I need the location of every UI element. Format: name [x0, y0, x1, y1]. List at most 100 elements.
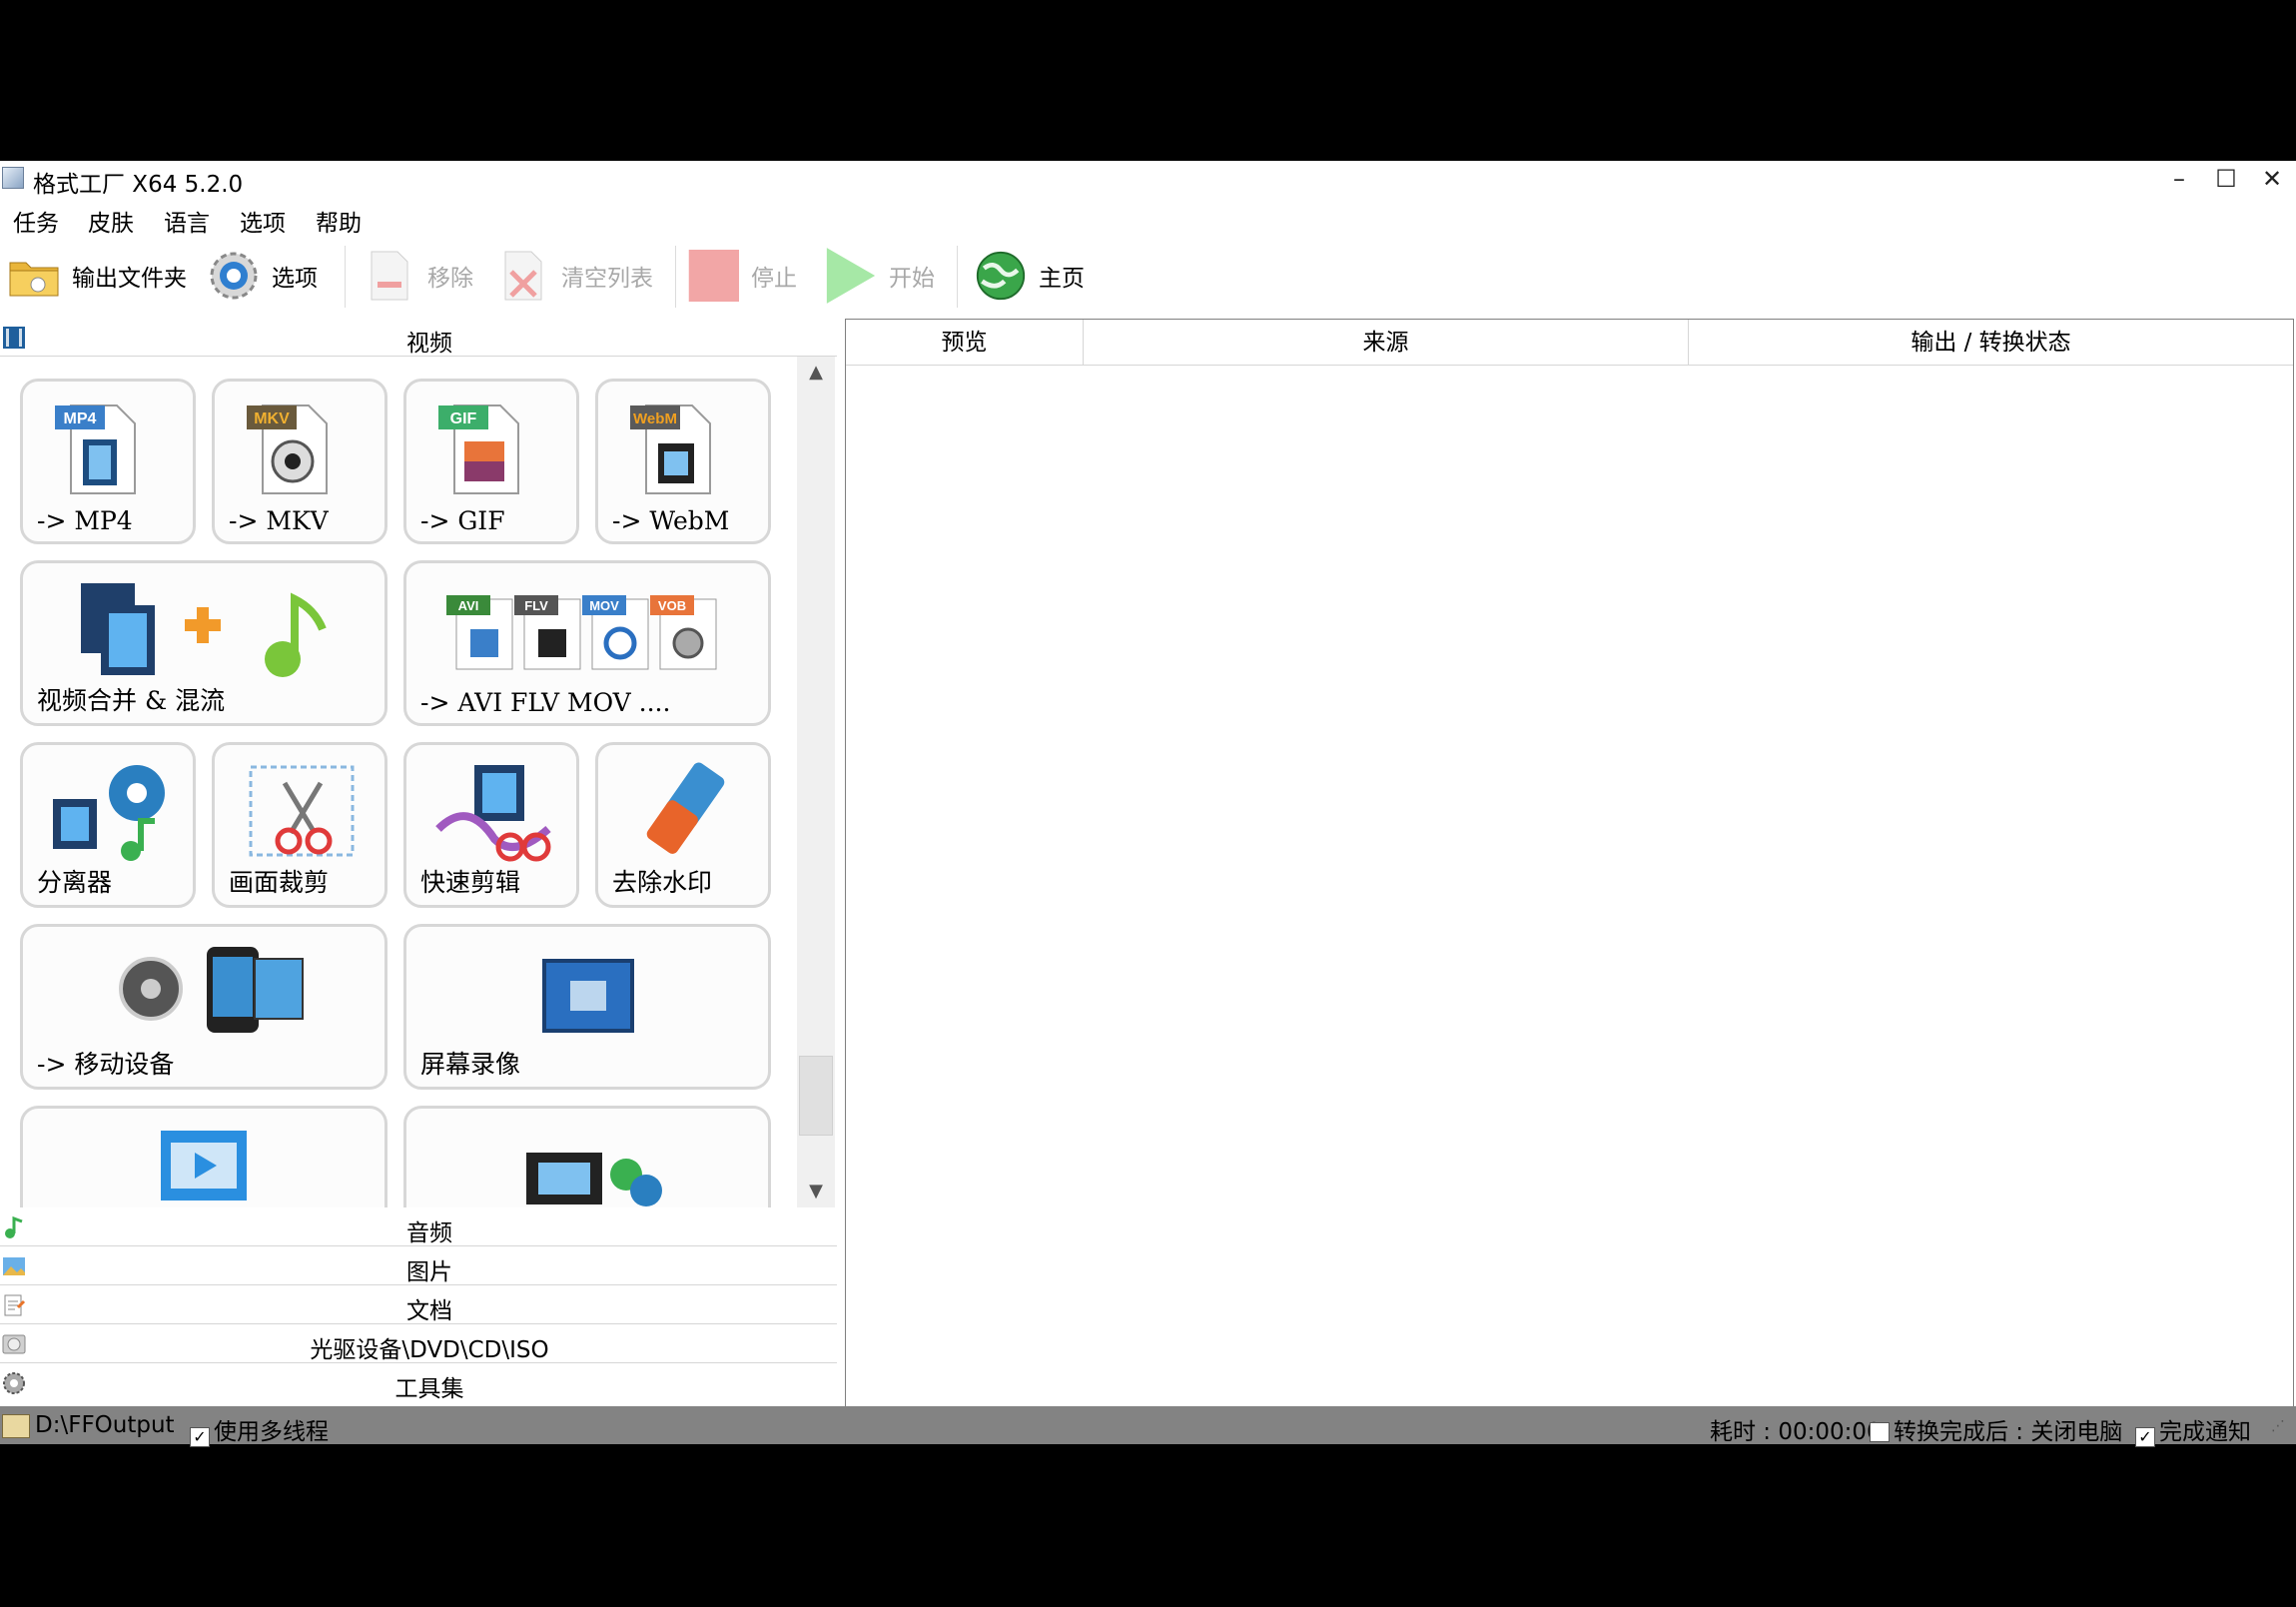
screen-record-icon — [542, 959, 634, 1033]
tile-label: -> GIF — [420, 506, 505, 535]
left-scrollbar[interactable]: ▲ ▼ — [797, 357, 835, 1207]
tile-label: 画面裁剪 — [229, 868, 330, 897]
column-source[interactable]: 来源 — [1084, 320, 1689, 366]
menu-skin[interactable]: 皮肤 — [88, 204, 134, 238]
multithread-label: 使用多线程 — [214, 1419, 329, 1445]
scroll-thumb[interactable] — [799, 1056, 833, 1136]
toolbar-separator — [675, 246, 676, 308]
quick-clip-icon — [435, 765, 551, 862]
video-download-icon — [526, 1153, 662, 1206]
options-label: 选项 — [272, 266, 318, 292]
svg-text:MOV: MOV — [589, 598, 619, 613]
tile-label: 屏幕录像 — [420, 1050, 521, 1079]
remove-button[interactable]: 移除 — [364, 236, 473, 316]
folder-icon — [8, 250, 60, 302]
app-icon — [2, 167, 24, 189]
webm-file-icon: WebM — [630, 404, 711, 494]
menu-task[interactable]: 任务 — [13, 204, 59, 238]
column-preview[interactable]: 预览 — [846, 320, 1084, 366]
tile-label: 分离器 — [37, 868, 113, 897]
elapsed-time: 耗时 : 00:00:00 — [1710, 1419, 1882, 1445]
output-folder-label: 输出文件夹 — [72, 266, 187, 292]
start-button[interactable]: 开始 — [825, 236, 935, 316]
category-video-header[interactable]: 视频 — [0, 319, 837, 357]
tile-quick-clip[interactable]: 快速剪辑 — [403, 742, 579, 908]
tile-video-merge[interactable]: 视频合并 & 混流 — [20, 560, 387, 726]
shutdown-option[interactable]: 转换完成后 : 关闭电脑 — [1870, 1412, 2122, 1446]
multi-format-icon: AVI FLV MOV VOB — [446, 595, 717, 670]
maximize-button[interactable]: ☐ — [2204, 161, 2248, 198]
tile-mobile-device[interactable]: -> 移动设备 — [20, 924, 387, 1090]
clear-list-button[interactable]: 清空列表 — [497, 236, 653, 316]
stop-label: 停止 — [751, 266, 797, 292]
category-disc-header[interactable]: 光驱设备\DVD\CD\ISO — [0, 1325, 837, 1363]
svg-text:WebM: WebM — [633, 410, 677, 427]
scroll-up-arrow-icon[interactable]: ▲ — [797, 357, 835, 389]
menu-language[interactable]: 语言 — [164, 204, 210, 238]
stop-button[interactable]: 停止 — [687, 236, 797, 316]
tile-label: -> MP4 — [37, 506, 133, 535]
menu-options[interactable]: 选项 — [240, 204, 286, 238]
tile-screen-record[interactable]: 屏幕录像 — [403, 924, 771, 1090]
category-video-label: 视频 — [406, 331, 452, 357]
category-toolbox-header[interactable]: 工具集 — [0, 1364, 837, 1402]
category-image-header[interactable]: 图片 — [0, 1247, 837, 1285]
resize-grip-icon[interactable]: ⋰ — [2271, 1418, 2285, 1434]
tile-to-mp4[interactable]: MP4 -> MP4 — [20, 379, 196, 544]
mp4-file-icon: MP4 — [55, 404, 136, 494]
close-button[interactable]: ✕ — [2250, 161, 2294, 198]
svg-text:FLV: FLV — [524, 598, 548, 613]
globe-icon — [975, 250, 1027, 302]
tile-to-avi-flv-mov[interactable]: AVI FLV MOV VOB -> AVI FLV MOV .... — [403, 560, 771, 726]
splitter-icon — [53, 765, 165, 861]
column-output-status[interactable]: 输出 / 转换状态 — [1689, 320, 2293, 366]
svg-text:MKV: MKV — [254, 410, 290, 427]
tile-crop[interactable]: 画面裁剪 — [212, 742, 387, 908]
options-button[interactable]: 选项 — [208, 236, 318, 316]
multithread-option[interactable]: ✓ 使用多线程 — [190, 1412, 329, 1447]
task-list-panel[interactable]: 预览 来源 输出 / 转换状态 — [845, 319, 2294, 1443]
tile-to-mkv[interactable]: MKV -> MKV — [212, 379, 387, 544]
notify-option[interactable]: ✓ 完成通知 — [2135, 1412, 2251, 1447]
tile-to-webm[interactable]: WebM -> WebM — [595, 379, 771, 544]
tile-video-download[interactable] — [403, 1106, 771, 1207]
tile-label: 去除水印 — [612, 868, 713, 897]
category-audio-header[interactable]: 音频 — [0, 1208, 837, 1246]
mobile-device-icon — [119, 947, 304, 1033]
mkv-file-icon: MKV — [247, 404, 328, 494]
tile-label: -> WebM — [612, 506, 730, 535]
minimize-button[interactable]: – — [2157, 161, 2201, 198]
start-label: 开始 — [889, 266, 935, 292]
menu-bar: 任务 皮肤 语言 选项 帮助 — [0, 198, 2296, 238]
tile-splitter[interactable]: 分离器 — [20, 742, 196, 908]
output-path[interactable]: D:\FFOutput — [35, 1412, 175, 1438]
eraser-icon — [646, 762, 725, 854]
clear-list-icon — [497, 250, 549, 302]
svg-text:AVI: AVI — [458, 598, 479, 613]
toolbar: 输出文件夹 选项 移除 清空列表 停止 开始 主页 — [0, 236, 2296, 316]
tile-to-gif[interactable]: GIF -> GIF — [403, 379, 579, 544]
home-button[interactable]: 主页 — [975, 236, 1085, 316]
category-document-header[interactable]: 文档 — [0, 1286, 837, 1324]
notify-checkbox[interactable]: ✓ — [2135, 1427, 2155, 1447]
shutdown-checkbox[interactable] — [1870, 1422, 1890, 1442]
left-panel: 视频 MP4 -> MP4 MKV -> MKV GIF -> GIF WebM… — [0, 319, 837, 1443]
svg-text:GIF: GIF — [450, 410, 477, 427]
gif-file-icon: GIF — [438, 404, 519, 494]
scroll-down-arrow-icon[interactable]: ▼ — [797, 1176, 835, 1207]
output-folder-button[interactable]: 输出文件夹 — [8, 236, 187, 316]
toolbar-separator — [957, 246, 958, 308]
status-bar: D:\FFOutput ✓ 使用多线程 耗时 : 00:00:00 转换完成后 :… — [0, 1406, 2296, 1447]
tile-remove-watermark[interactable]: 去除水印 — [595, 742, 771, 908]
output-folder-status-icon[interactable] — [2, 1414, 30, 1438]
category-document-label: 文档 — [406, 1298, 452, 1324]
tile-label: -> 移动设备 — [37, 1050, 175, 1079]
menu-help[interactable]: 帮助 — [316, 204, 362, 238]
multithread-checkbox[interactable]: ✓ — [190, 1427, 210, 1447]
tile-label: -> AVI FLV MOV .... — [420, 688, 671, 717]
stop-icon — [687, 250, 739, 302]
tile-video-more[interactable] — [20, 1106, 387, 1207]
category-image-label: 图片 — [406, 1259, 452, 1285]
category-toolbox-label: 工具集 — [394, 1376, 464, 1402]
play-icon — [825, 248, 877, 304]
